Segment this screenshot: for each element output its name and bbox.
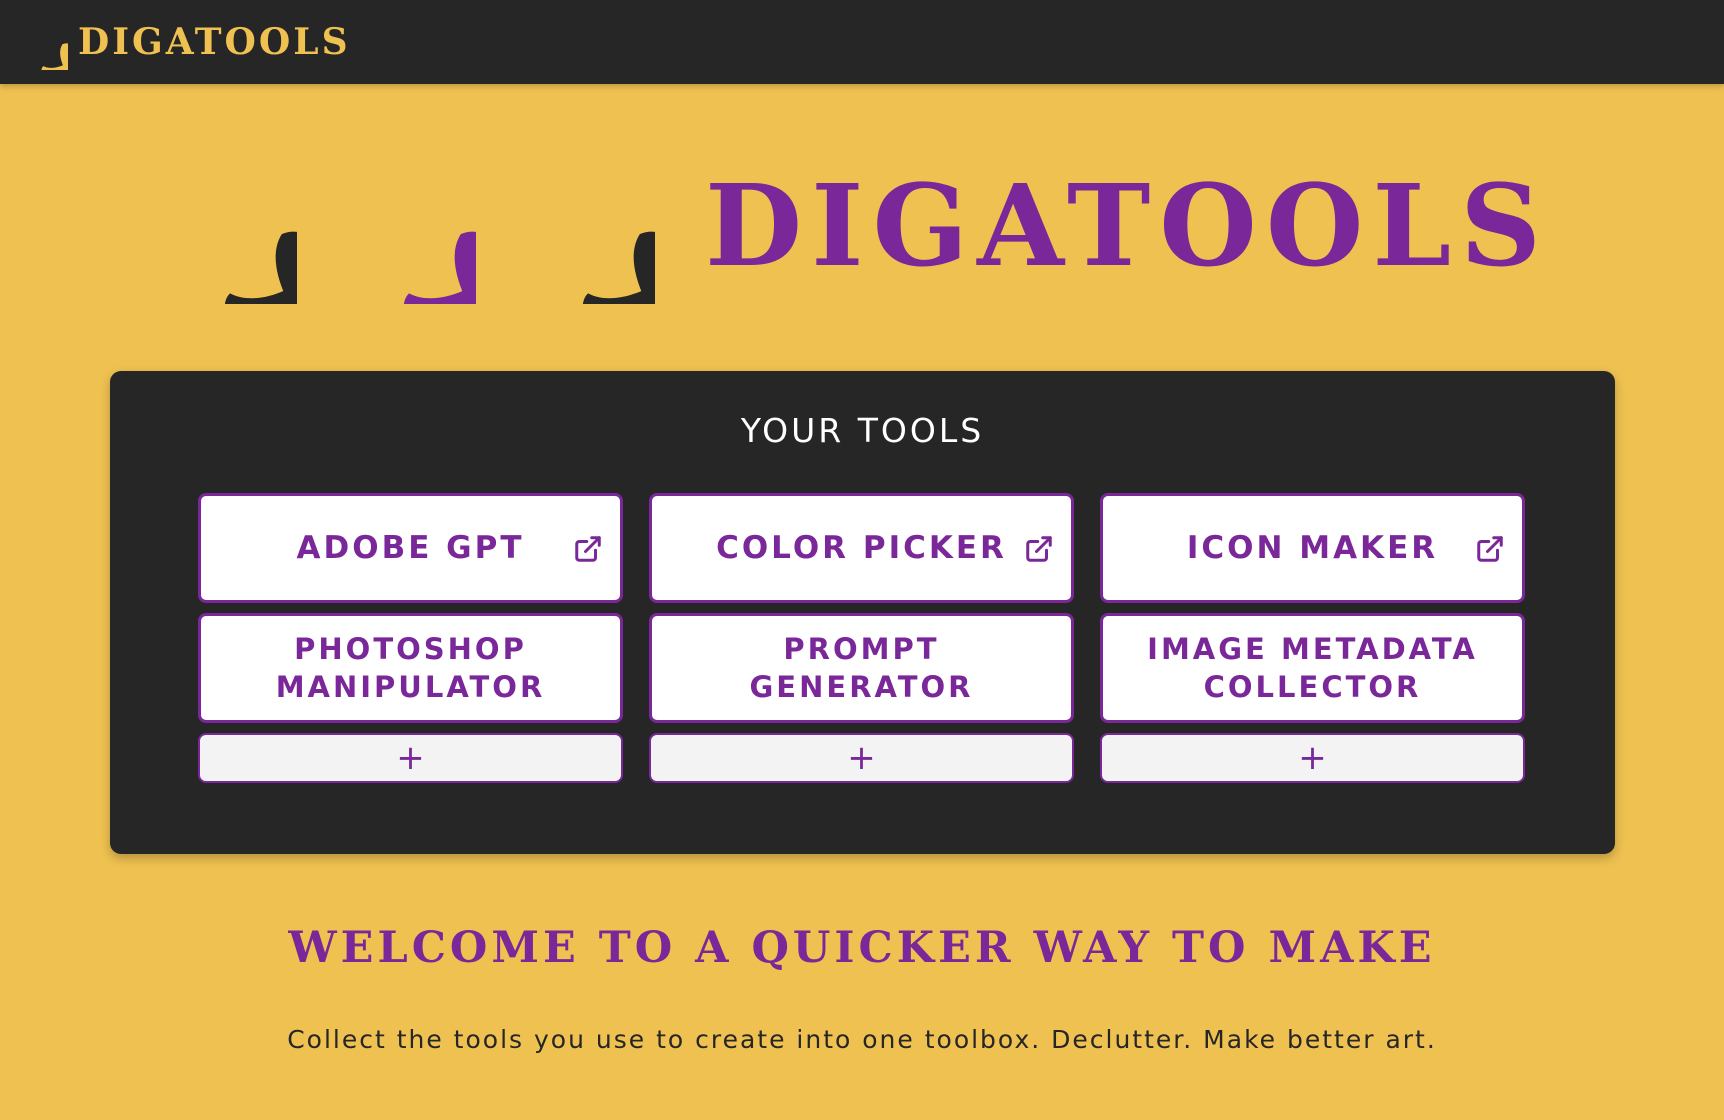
nav-brand-name: DIGATOOLS [78,21,351,63]
tool-label: PHOTOSHOP MANIPULATOR [275,632,546,704]
pinwheel-icon [324,152,476,304]
tool-card-adobe-gpt[interactable]: ADOBE GPT [198,493,623,603]
pinwheel-icon [503,152,655,304]
top-navbar: DIGATOOLS [0,0,1724,84]
tool-card-image-metadata-collector[interactable]: IMAGE METADATA COLLECTOR [1100,613,1525,723]
tools-heading: YOUR TOOLS [740,411,985,450]
tool-label: IMAGE METADATA COLLECTOR [1147,632,1478,704]
tool-label: PROMPT GENERATOR [749,632,974,704]
home-logo-link[interactable]: DIGATOOLS [12,12,351,72]
tool-label: ADOBE GPT [296,530,525,566]
external-link-icon[interactable] [1024,534,1054,564]
pinwheel-icon [145,152,297,304]
external-link-icon[interactable] [573,534,603,564]
hero-banner: DIGATOOLS [0,140,1724,310]
tool-label: COLOR PICKER [716,530,1007,566]
welcome-headline: WELCOME TO A QUICKER WAY TO MAKE [288,923,1436,973]
welcome-subtitle: Collect the tools you use to create into… [287,1025,1437,1054]
hero-title: DIGATOOLS [705,161,1551,292]
external-link-icon[interactable] [1475,534,1505,564]
tool-card-icon-maker[interactable]: ICON MAKER [1100,493,1525,603]
add-tool-button[interactable]: + [1100,733,1525,783]
tool-card-photoshop-manipulator[interactable]: PHOTOSHOP MANIPULATOR [198,613,623,723]
add-tool-button[interactable]: + [198,733,623,783]
tool-label: ICON MAKER [1186,530,1439,566]
add-tool-button[interactable]: + [649,733,1074,783]
tool-card-prompt-generator[interactable]: PROMPT GENERATOR [649,613,1074,723]
pinwheel-logo-icon [12,14,68,70]
tools-panel: YOUR TOOLS ADOBE GPT COLOR PICKER ICON M… [110,371,1615,854]
tools-grid: ADOBE GPT COLOR PICKER ICON MAKER PHOTOS… [198,493,1526,783]
tool-card-color-picker[interactable]: COLOR PICKER [649,493,1074,603]
